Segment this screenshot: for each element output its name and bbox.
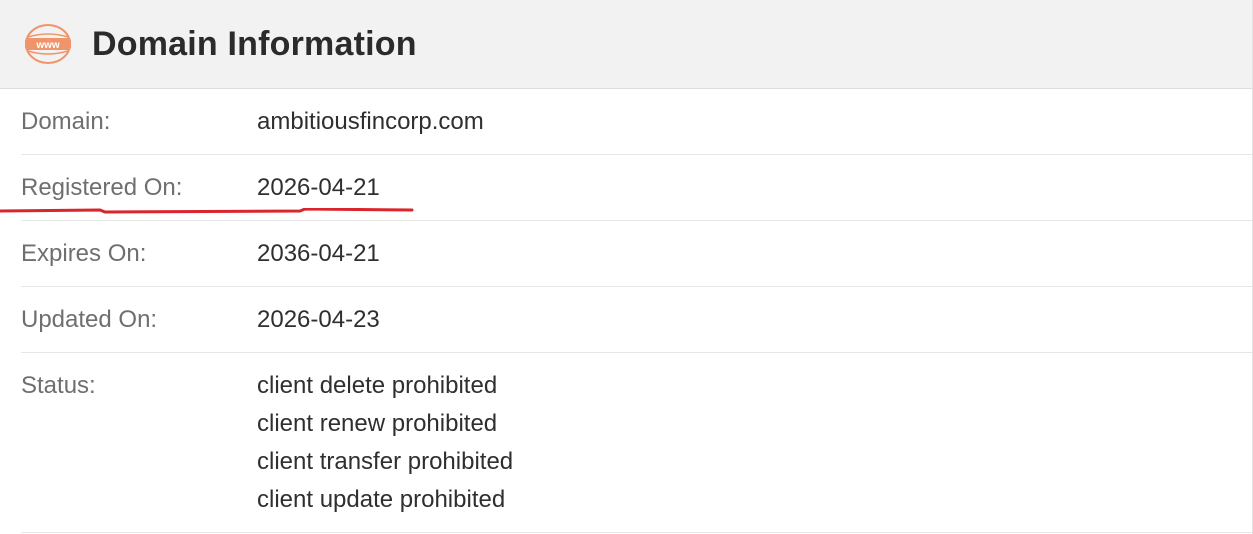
status-item: client renew prohibited — [257, 410, 498, 437]
status-item: client transfer prohibited — [257, 448, 514, 475]
updated-on-label: Updated On: — [21, 305, 158, 333]
status-item: client delete prohibited — [257, 372, 498, 399]
status-item: client update prohibited — [257, 486, 506, 513]
row-domain: Domain: ambitiousfincorp.com — [21, 89, 1252, 155]
status-label: Status: — [21, 372, 96, 399]
updated-on-value: 2026-04-23 — [257, 305, 380, 333]
domain-label: Domain: — [21, 107, 111, 135]
row-expires-on: Expires On: 2036-04-21 — [21, 221, 1252, 287]
www-icon: www — [23, 22, 73, 66]
panel-header: www Domain Information — [0, 0, 1252, 89]
status-values: client delete prohibited client renew pr… — [257, 367, 513, 532]
expires-on-value: 2036-04-21 — [257, 239, 380, 267]
www-icon-text: www — [35, 40, 60, 51]
domain-value: ambitiousfincorp.com — [257, 107, 484, 135]
expires-on-label: Expires On: — [21, 239, 147, 267]
info-table: Domain: ambitiousfincorp.com Registered … — [0, 89, 1252, 533]
row-updated-on: Updated On: 2026-04-23 — [21, 287, 1252, 353]
row-status: Status: client delete prohibited client … — [21, 353, 1252, 533]
red-underline-annotation — [0, 208, 414, 214]
domain-info-panel: www Domain Information Domain: ambitious… — [0, 0, 1253, 534]
page-title: Domain Information — [92, 24, 417, 63]
